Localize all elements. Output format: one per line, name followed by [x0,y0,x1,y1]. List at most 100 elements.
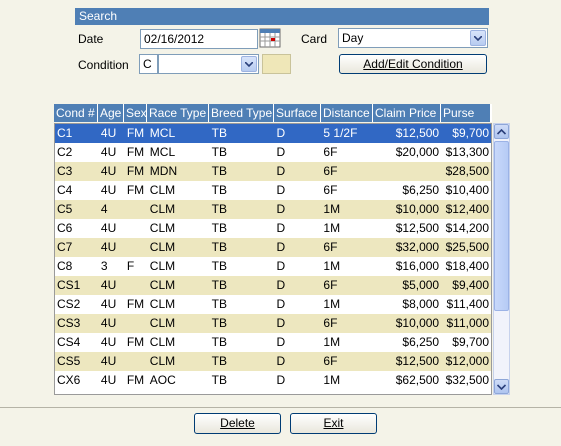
column-header[interactable]: Claim Price [373,104,440,122]
table-row[interactable]: C7 4U CLM TB D 6F $32,000 $25,500 [55,238,491,257]
table-cell: TB [211,164,227,178]
table-cell: TB [211,240,227,254]
table-cell: C5 [57,202,73,216]
column-header[interactable]: Cond # [54,104,97,122]
table-cell: D [276,373,286,387]
card-select-value: Day [342,31,364,45]
table-row[interactable]: CS2 4U FM CLM TB D 1M $8,000 $11,400 [55,295,491,314]
table-cell: 4U [100,240,117,254]
table-cell: $12,000 [445,354,489,368]
table-cell: TB [211,316,227,330]
scroll-down-icon[interactable] [494,379,509,394]
table-row[interactable]: C5 4 CLM TB D 1M $10,000 $12,400 [55,200,491,219]
table-cell [125,276,148,295]
table-cell: $20,000 [395,145,440,159]
table-cell: $13,300 [445,145,489,159]
table-row[interactable]: CS5 4U CLM TB D 6F $12,500 $12,000 [55,352,491,371]
column-header[interactable]: Race Type [147,104,208,122]
table-cell: MCL [149,126,176,140]
table-cell: $6,250 [402,335,440,349]
table-cell: FM [126,164,145,178]
table-row[interactable]: CS1 4U CLM TB D 6F $5,000 $9,400 [55,276,491,295]
table-cell: D [276,145,286,159]
table-cell: D [276,164,286,178]
table-cell: 6F [323,354,338,368]
column-header[interactable]: Age [98,104,123,122]
column-header[interactable]: Breed Type [209,104,273,122]
table-cell: TB [211,354,227,368]
table-cell: 6F [323,183,338,197]
table-cell: D [276,202,286,216]
table-cell: TB [211,202,227,216]
table-cell: CLM [149,335,176,349]
table-row[interactable]: C1 4U FM MCL TB D 5 1/2F $12,500 $9,700 [55,124,491,143]
date-label: Date [78,32,104,46]
add-edit-condition-button[interactable]: Add/Edit Condition [339,54,487,74]
table-cell: $5,000 [402,278,440,292]
table-cell: C4 [57,183,73,197]
condition-select[interactable] [158,54,259,74]
table-cell: TB [211,335,227,349]
column-header[interactable]: Distance [321,104,372,122]
column-header[interactable]: Purse [441,104,490,122]
scroll-up-icon[interactable] [494,124,509,139]
calendar-icon[interactable] [259,27,281,49]
table-row[interactable]: C3 4U FM MDN TB D 6F $28,500 [55,162,491,181]
table-cell: CLM [149,183,176,197]
table-cell: $8,000 [402,297,440,311]
table-cell: MCL [149,145,176,159]
table-cell: D [276,354,286,368]
table-cell: D [276,335,286,349]
table-cell: 4U [100,297,117,311]
column-header[interactable]: Surface [274,104,320,122]
card-select[interactable]: Day [338,28,488,48]
table-row[interactable]: C8 3 F CLM TB D 1M $16,000 $18,400 [55,257,491,276]
table-cell: CLM [149,221,176,235]
table-row[interactable]: C6 4U CLM TB D 1M $12,500 $14,200 [55,219,491,238]
table-cell: $10,000 [395,316,440,330]
table-cell: D [276,297,286,311]
table-row[interactable]: C2 4U FM MCL TB D 6F $20,000 $13,300 [55,143,491,162]
scrollbar-thumb[interactable] [494,141,509,311]
table-row[interactable]: C4 4U FM CLM TB D 6F $6,250 $10,400 [55,181,491,200]
table-cell: 4U [100,354,117,368]
chevron-down-icon[interactable] [241,56,257,72]
chevron-down-icon[interactable] [470,30,486,46]
table-cell: CLM [149,259,176,273]
table-cell: CLM [149,316,176,330]
date-input[interactable]: 02/16/2012 [140,29,258,49]
delete-button[interactable]: Delete [194,413,281,434]
table-cell: D [276,259,286,273]
exit-button[interactable]: Exit [290,413,377,434]
table-cell: CS2 [57,297,81,311]
table-cell: CLM [149,278,176,292]
table-cell: $32,500 [445,373,489,387]
table-cell: $28,500 [445,164,489,178]
table-cell: TB [211,297,227,311]
condition-label: Condition [78,58,129,72]
table-cell: $18,400 [445,259,489,273]
condition-code-input[interactable]: C [139,54,158,74]
table-cell: D [276,221,286,235]
grid-header: Cond # Age Sex Race Type Breed Type Surface Di… [54,104,492,122]
table-cell: TB [211,259,227,273]
table-row[interactable]: CS4 4U FM CLM TB D 1M $6,250 $9,700 [55,333,491,352]
conditions-grid[interactable]: C1 4U FM MCL TB D 5 1/2F $12,500 $9,700 C2 4U FM MCL… [54,123,492,395]
column-header[interactable]: Sex [124,104,146,122]
table-cell: 1M [323,335,341,349]
vertical-scrollbar[interactable] [493,123,510,395]
table-cell: TB [211,278,227,292]
table-row[interactable]: CX6 4U FM AOC TB D 1M $62,500 $32,500 [55,371,491,390]
table-cell: TB [211,221,227,235]
table-row[interactable]: CS3 4U CLM TB D 6F $10,000 $11,000 [55,314,491,333]
table-cell: TB [211,183,227,197]
card-label: Card [301,32,328,46]
table-cell: CX6 [57,373,81,387]
table-cell: 6F [323,278,338,292]
table-cell: 4U [100,221,117,235]
table-cell: 6F [323,316,338,330]
table-cell: $12,500 [395,126,440,140]
table-cell: $32,000 [395,240,440,254]
table-cell: CLM [149,297,176,311]
table-cell: $12,500 [395,354,440,368]
